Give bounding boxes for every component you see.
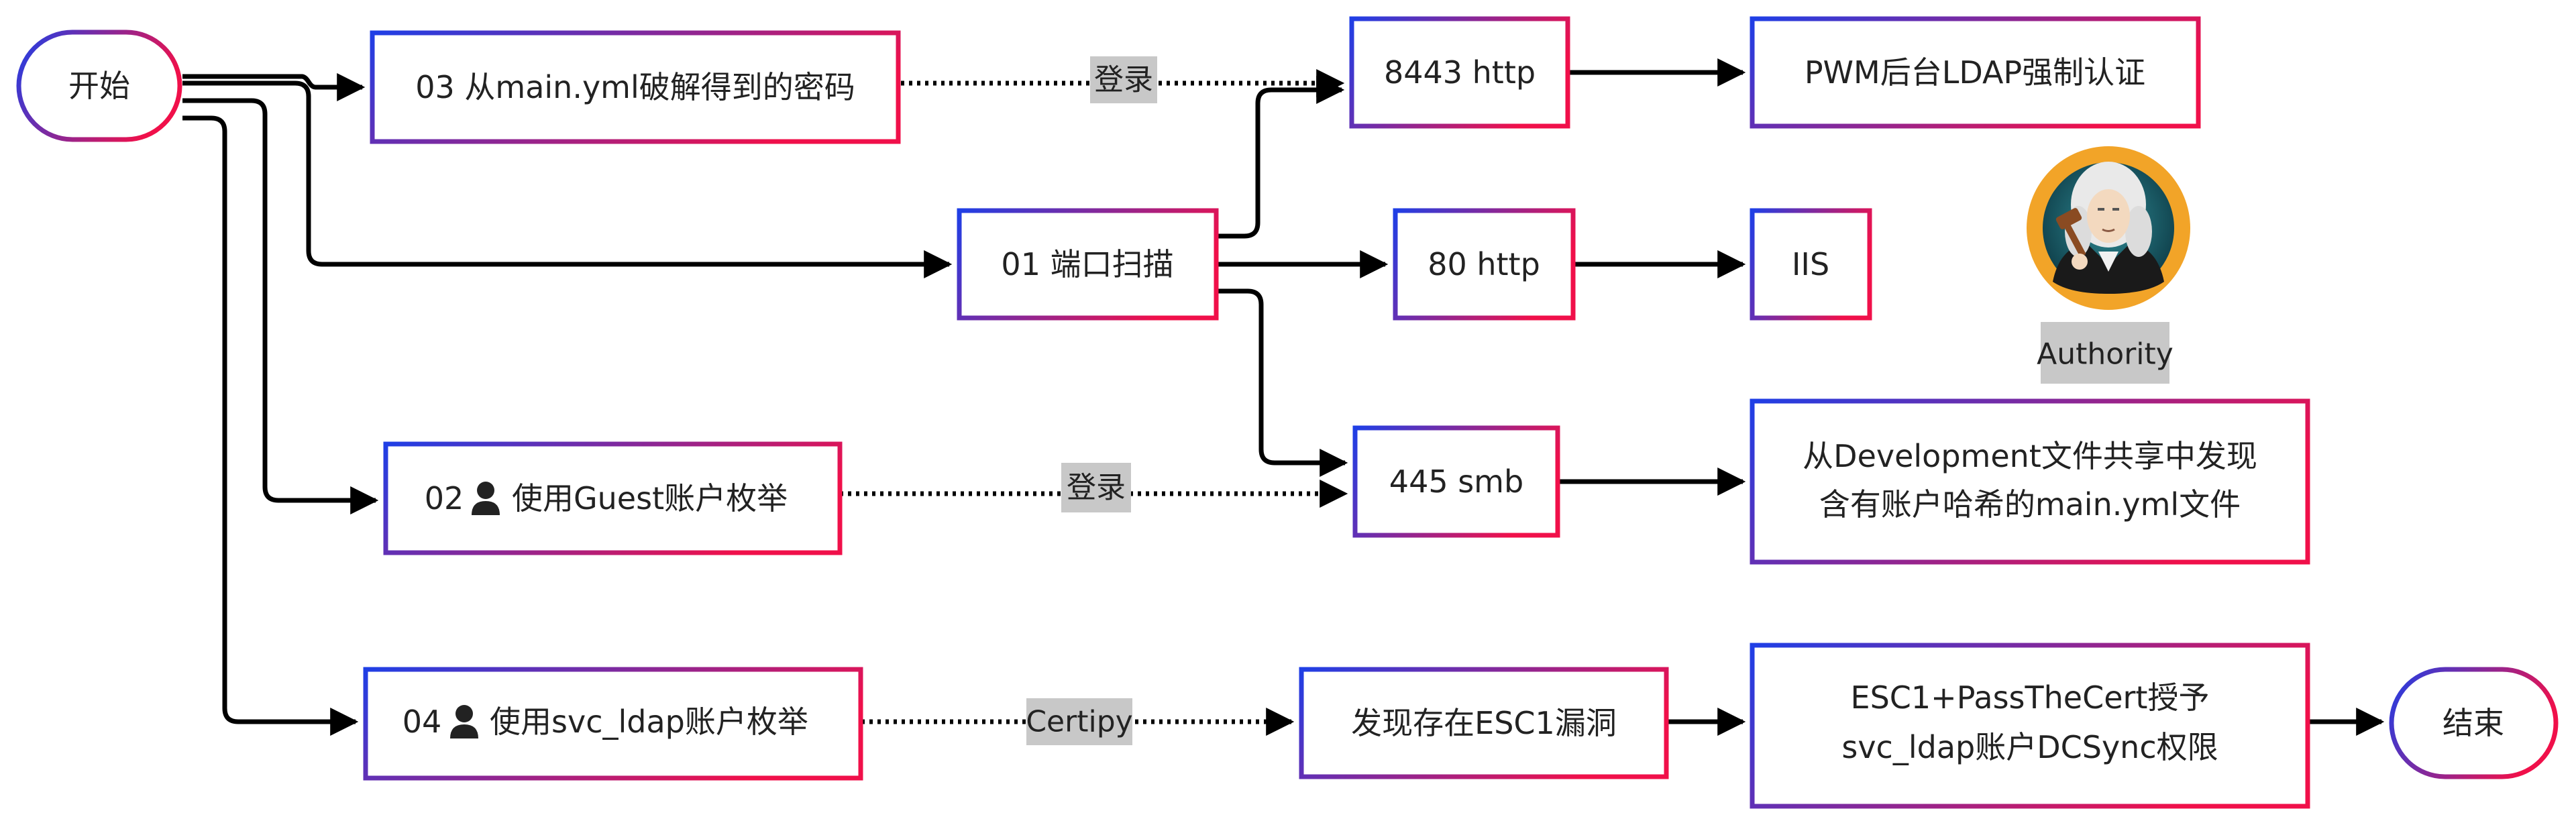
node-label-line2: 含有账户哈希的main.yml文件 <box>1819 486 2241 523</box>
attack-path-diagram: 登录 登录 Certipy 开始 03 从main.yml破解得到的密码 01 … <box>16 16 2559 809</box>
node-iis: IIS <box>1750 208 1872 321</box>
avatar-caption: Authority <box>2037 322 2174 384</box>
node-label: IIS <box>1792 246 1829 282</box>
node-03-cracked-password: 03 从main.yml破解得到的密码 <box>370 30 901 144</box>
edge-label-text: 登录 <box>1067 471 1126 505</box>
node-01-port-scan: 01 端口扫描 <box>957 208 1219 321</box>
node-label-line2: svc_ldap账户DCSync权限 <box>1841 729 2218 765</box>
node-label: 发现存在ESC1漏洞 <box>1351 705 1617 741</box>
edge-label-login-mid: 登录 <box>1061 463 1131 512</box>
node-label-line1: 从Development文件共享中发现 <box>1803 438 2257 474</box>
node-label: 使用svc_ldap账户枚举 <box>490 704 808 740</box>
node-pwm-ldap-auth: PWM后台LDAP强制认证 <box>1750 16 2201 129</box>
edge-01-to-445 <box>1218 288 1348 477</box>
judge-avatar-icon <box>2027 146 2190 310</box>
node-port-445: 445 smb <box>1352 425 1560 538</box>
node-label: 01 端口扫描 <box>1001 246 1173 282</box>
node-label: 结束 <box>2443 705 2504 741</box>
node-label: 开始 <box>68 68 130 104</box>
node-label: PWM后台LDAP强制认证 <box>1805 54 2145 91</box>
node-label: 03 从main.yml破解得到的密码 <box>415 69 855 105</box>
node-number: 04 <box>402 704 442 740</box>
node-esc1-found: 发现存在ESC1漏洞 <box>1299 667 1669 779</box>
node-end: 结束 <box>2389 667 2559 779</box>
node-02-guest-enum: 02 使用Guest账户枚举 <box>383 441 843 555</box>
edge-01-to-8443 <box>1218 76 1345 239</box>
node-04-svc-ldap-enum: 04 使用svc_ldap账户枚举 <box>363 667 863 781</box>
node-label-line1: ESC1+PassTheCert授予 <box>1851 679 2210 716</box>
node-passthecert-dcsync: ESC1+PassTheCert授予 svc_ldap账户DCSync权限 <box>1750 643 2310 809</box>
node-start: 开始 <box>16 30 182 142</box>
edge-label-text: Certipy <box>1026 705 1132 739</box>
node-label: 8443 http <box>1384 54 1536 91</box>
node-port-8443: 8443 http <box>1349 16 1570 129</box>
node-port-80: 80 http <box>1393 208 1576 321</box>
node-smb-found-yml: 从Development文件共享中发现 含有账户哈希的main.yml文件 <box>1750 398 2310 565</box>
edge-label-login-top: 登录 <box>1090 56 1157 103</box>
node-number: 02 <box>425 480 464 516</box>
edge-start-to-02 <box>182 98 379 514</box>
node-label: 80 http <box>1428 246 1540 282</box>
edge-start-to-04 <box>182 115 359 736</box>
avatar-caption-text: Authority <box>2037 337 2174 372</box>
edge-label-text: 登录 <box>1094 63 1153 97</box>
node-label: 445 smb <box>1389 463 1523 500</box>
node-label: 使用Guest账户枚举 <box>512 480 788 516</box>
edge-label-certipy: Certipy <box>1026 698 1133 745</box>
